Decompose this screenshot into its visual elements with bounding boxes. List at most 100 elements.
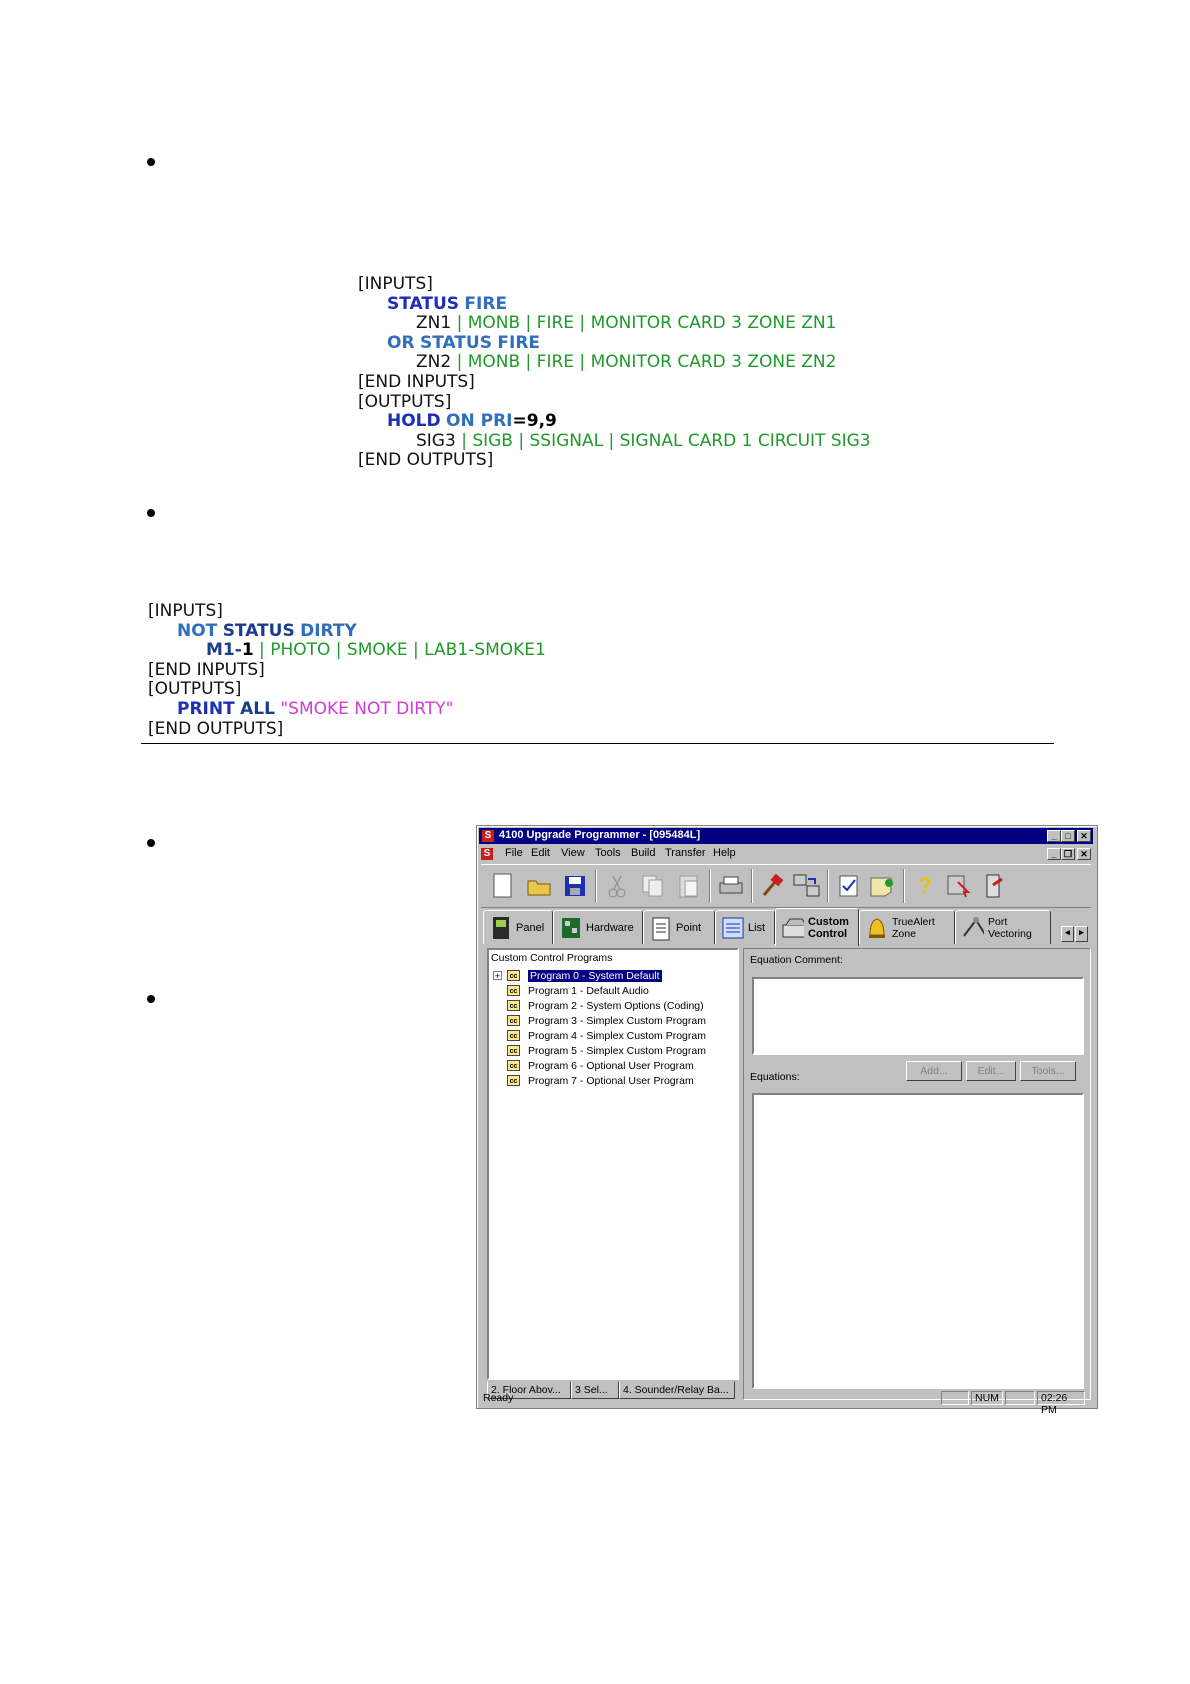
tree-item-program-5[interactable]: cc Program 5 - Simplex Custom Program: [507, 1043, 706, 1058]
whats-this-icon[interactable]: [943, 869, 975, 903]
keyword: ON PRI: [446, 411, 513, 432]
copy-icon[interactable]: [637, 869, 669, 903]
doc-close-button[interactable]: ✕: [1077, 848, 1091, 860]
code-line: [INPUTS]: [358, 274, 871, 295]
map-icon[interactable]: [867, 869, 899, 903]
code-text: [INPUTS]: [358, 274, 433, 294]
tree-item-program-7[interactable]: cc Program 7 - Optional User Program: [507, 1073, 694, 1088]
status-cell: [941, 1391, 969, 1405]
add-button[interactable]: Add...: [906, 1061, 962, 1081]
keyword: PRINT: [177, 698, 235, 719]
tools-button[interactable]: Tools...: [1020, 1061, 1076, 1081]
doc-restore-button[interactable]: ❐: [1061, 848, 1075, 860]
point-desc: | MONB | FIRE | MONITOR CARD 3 ZONE ZN2: [451, 352, 837, 373]
port-vectoring-icon: [962, 915, 984, 941]
tree-item-label: Program 1 - Default Audio: [528, 984, 649, 997]
status-bar: Ready NUM 02:26 PM: [479, 1390, 1093, 1416]
menu-transfer[interactable]: Transfer: [665, 847, 706, 859]
code-line: [END INPUTS]: [148, 660, 546, 681]
toolbar-separator: [709, 869, 711, 903]
menu-file[interactable]: File: [505, 847, 523, 859]
keyword: HOLD: [387, 411, 441, 432]
bullet-1: [147, 158, 155, 166]
bullet-3: [147, 839, 155, 847]
code-line: SIG3 | SIGB | SSIGNAL | SIGNAL CARD 1 CI…: [358, 430, 871, 452]
bell-icon: [866, 915, 888, 941]
equation-comment-field[interactable]: [752, 977, 1084, 1055]
tab-label: Custom Control: [808, 915, 849, 940]
code-text: [END OUTPUTS]: [148, 718, 284, 739]
code-text: [END OUTPUTS]: [358, 450, 494, 471]
tab-label: Hardware: [586, 921, 634, 934]
equations-list[interactable]: [752, 1093, 1084, 1389]
maximize-button[interactable]: □: [1061, 830, 1075, 842]
tree-item-label: Program 0 - System Default: [528, 969, 662, 982]
doc-minimize-button[interactable]: _: [1047, 848, 1061, 860]
tab-label: Point: [676, 921, 702, 934]
transfer-icon[interactable]: [791, 869, 823, 903]
num-lock-indicator: NUM: [971, 1391, 1003, 1405]
app-icon: S: [482, 830, 494, 842]
tree-item-label: Program 3 - Simplex Custom Program: [528, 1014, 706, 1027]
list-icon: [722, 915, 744, 941]
tree-item-label: Program 4 - Simplex Custom Program: [528, 1029, 706, 1042]
menu-build[interactable]: Build: [631, 847, 655, 859]
code-text: [OUTPUTS]: [148, 679, 242, 700]
keyword: NOT: [177, 620, 218, 641]
tab-panel[interactable]: Panel: [483, 910, 553, 944]
paste-icon[interactable]: [673, 869, 705, 903]
cut-icon[interactable]: [601, 869, 633, 903]
program-tree: Custom Control Programs + cc Program 0 - …: [487, 948, 739, 1380]
code-text: [END INPUTS]: [358, 371, 475, 392]
tree-item-label: Program 7 - Optional User Program: [528, 1074, 694, 1087]
tree-item-label: Program 2 - System Options (Coding): [528, 999, 704, 1012]
string-literal: "SMOKE NOT DIRTY": [274, 698, 454, 719]
minimize-button[interactable]: _: [1047, 830, 1061, 842]
tab-hardware[interactable]: Hardware: [553, 910, 643, 944]
tree-item-program-1[interactable]: cc Program 1 - Default Audio: [507, 983, 649, 998]
tab-port-vectoring[interactable]: Port Vectoring: [955, 910, 1051, 944]
tree-item-program-6[interactable]: cc Program 6 - Optional User Program: [507, 1058, 694, 1073]
menu-tools[interactable]: Tools: [595, 847, 621, 859]
program-icon: cc: [507, 1000, 520, 1011]
help-icon[interactable]: ?: [909, 869, 941, 903]
status-text: Ready: [483, 1392, 514, 1404]
programmer-window: S 4100 Upgrade Programmer - [095484L] _ …: [476, 825, 1098, 1416]
keyword: OR: [387, 332, 415, 353]
tab-scroll-right[interactable]: ▸: [1075, 926, 1088, 942]
menu-view[interactable]: View: [561, 847, 585, 859]
code-line: STATUS FIRE: [358, 293, 871, 315]
keyword: STATUS: [387, 293, 460, 314]
tree-item-program-3[interactable]: cc Program 3 - Simplex Custom Program: [507, 1013, 706, 1028]
close-button[interactable]: ✕: [1077, 830, 1091, 842]
code-line: [END OUTPUTS]: [358, 451, 871, 471]
checklist-icon[interactable]: [833, 869, 865, 903]
keyword: ALL: [240, 698, 275, 719]
open-icon[interactable]: [523, 869, 555, 903]
custom-control-icon: [782, 915, 804, 941]
point-icon: [650, 915, 672, 941]
tab-point[interactable]: Point: [643, 910, 715, 944]
tree-item-program-4[interactable]: cc Program 4 - Simplex Custom Program: [507, 1028, 706, 1043]
tree-item-program-0[interactable]: cc Program 0 - System Default: [507, 968, 662, 983]
menu-edit[interactable]: Edit: [531, 847, 550, 859]
new-icon[interactable]: [487, 869, 519, 903]
edit-button[interactable]: Edit...: [966, 1061, 1016, 1081]
tree-item-program-2[interactable]: cc Program 2 - System Options (Coding): [507, 998, 704, 1013]
code-line: M1-1 | PHOTO | SMOKE | LAB1-SMOKE1: [148, 640, 546, 661]
menu-help[interactable]: Help: [713, 847, 736, 859]
expand-icon[interactable]: +: [493, 971, 502, 981]
build-icon[interactable]: [757, 869, 789, 903]
save-icon[interactable]: [559, 869, 591, 903]
print-icon[interactable]: [715, 869, 747, 903]
tab-custom-control[interactable]: Custom Control: [775, 908, 859, 946]
toolbar: ?: [481, 864, 1091, 908]
point-id: SIG3: [416, 430, 456, 451]
tab-list[interactable]: List: [715, 910, 775, 944]
tree-item-label: Program 5 - Simplex Custom Program: [528, 1044, 706, 1057]
value: 9,9: [526, 411, 557, 432]
exit-icon[interactable]: [979, 869, 1011, 903]
tab-truealert-zone[interactable]: TrueAlert Zone: [859, 910, 955, 944]
tab-scroll-left[interactable]: ◂: [1061, 926, 1074, 942]
tab-label: Panel: [516, 921, 545, 934]
